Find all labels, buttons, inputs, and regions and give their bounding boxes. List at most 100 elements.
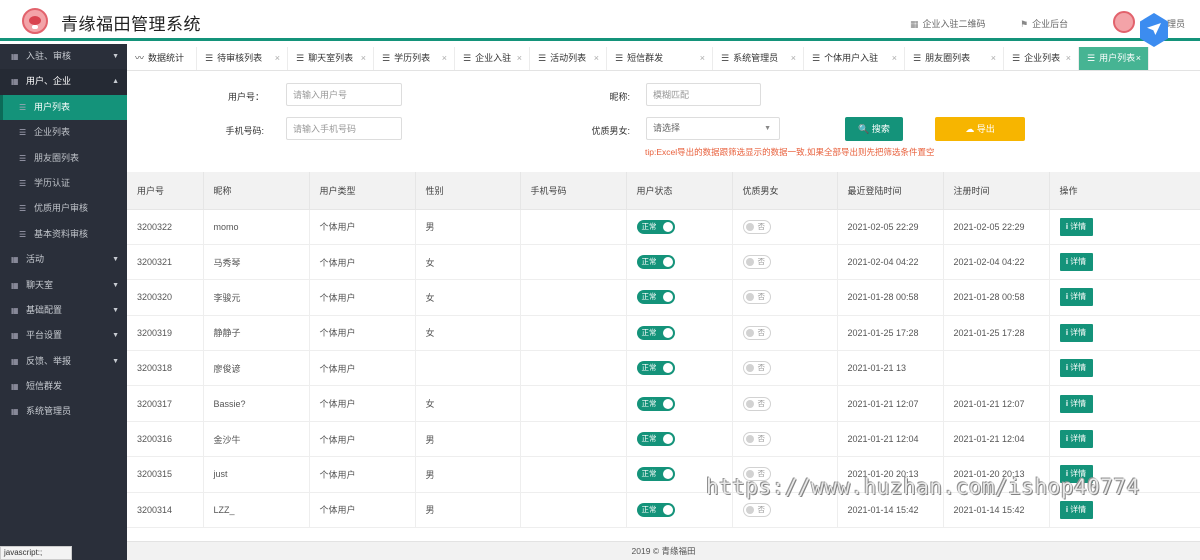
status-toggle[interactable]: 正常 — [636, 290, 675, 305]
sidebar-item-14[interactable]: ▦ 系统管理员 — [0, 399, 127, 424]
quality-cell: 否 — [732, 209, 838, 245]
quality-select[interactable]: 请选择 ▼ — [646, 117, 780, 140]
close-icon[interactable]: × — [1136, 47, 1141, 70]
status-toggle[interactable]: 正常 — [636, 361, 675, 376]
close-icon[interactable]: × — [991, 47, 996, 70]
sidebar-item-9[interactable]: ▦ 聊天室 ▼ — [0, 273, 127, 298]
status-toggle[interactable]: 正常 — [636, 219, 675, 234]
detail-button[interactable]: i 详情 — [1059, 323, 1093, 342]
last-login-cell: 2021-01-21 12:04 — [837, 421, 944, 458]
nickname-cell: LZZ_ — [203, 492, 310, 529]
phone-input[interactable] — [286, 117, 402, 140]
close-icon[interactable]: × — [700, 47, 705, 70]
sidebar-item-13[interactable]: ▦ 短信群发 — [0, 374, 127, 399]
tab-8[interactable]: ☰ 个体用户入驻 × — [804, 47, 905, 70]
tab-10[interactable]: ☰ 企业列表 × — [1004, 47, 1079, 70]
quality-toggle[interactable]: 否 — [742, 467, 771, 482]
tab-0[interactable]: 〰数据统计 — [127, 47, 197, 70]
sidebar-item-10[interactable]: ▦ 基础配置 ▼ — [0, 298, 127, 323]
sidebar-item-5[interactable]: ☰ 学历认证 — [0, 171, 127, 196]
detail-button[interactable]: i 详情 — [1059, 359, 1093, 378]
status-toggle[interactable]: 正常 — [636, 467, 675, 482]
table-row: 3200320 李骏元 个体用户女 正常 否 2021-01-28 00:58 2021-0… — [127, 279, 1200, 316]
quality-toggle[interactable]: 否 — [742, 219, 771, 234]
tab-4[interactable]: ☰ 企业入驻 × — [455, 47, 530, 70]
sidebar-item-12[interactable]: ▦ 反馈、举报 ▼ — [0, 349, 127, 374]
close-icon[interactable]: × — [594, 47, 599, 70]
sidebar-item-11[interactable]: ▦ 平台设置 ▼ — [0, 323, 127, 348]
grid-icon: ▦ — [11, 280, 19, 290]
user-id-input[interactable] — [286, 83, 402, 106]
sidebar-item-4[interactable]: ☰ 朋友圈列表 — [0, 146, 127, 171]
status-toggle[interactable]: 正常 — [636, 325, 675, 340]
qrcode-icon: ▦ — [910, 19, 919, 29]
quality-toggle[interactable]: 否 — [742, 502, 771, 517]
sidebar-item-1[interactable]: ▦ 用户、企业 ▲ — [0, 69, 127, 95]
close-icon[interactable]: × — [361, 47, 366, 70]
chevron-down-icon: ▼ — [112, 306, 119, 314]
tab-5[interactable]: ☰ 活动列表 × — [530, 47, 607, 70]
user-avatar[interactable] — [1113, 11, 1135, 33]
grid-icon: ▦ — [11, 52, 19, 61]
detail-button[interactable]: i 详情 — [1059, 500, 1093, 519]
detail-button[interactable]: i 详情 — [1059, 430, 1093, 449]
enterprise-qrcode-link[interactable]: ▦ 企业入驻二维码 — [910, 17, 986, 30]
sidebar-item-0[interactable]: ▦ 入驻、审核 ▼ — [0, 44, 127, 69]
detail-button[interactable]: i 详情 — [1059, 217, 1093, 236]
quality-toggle[interactable]: 否 — [742, 290, 771, 305]
app-logo — [22, 8, 48, 34]
gender-cell: 女 — [415, 385, 521, 422]
phone-cell — [520, 209, 627, 245]
user-name[interactable]: 理员 — [1167, 17, 1185, 30]
close-icon[interactable]: × — [1066, 47, 1071, 70]
tab-1[interactable]: ☰ 待审核列表 × — [197, 47, 288, 70]
status-toggle[interactable]: 正常 — [636, 432, 675, 447]
close-icon[interactable]: × — [892, 47, 897, 70]
tab-11[interactable]: ☰ 用户列表 × — [1079, 47, 1149, 70]
sidebar-item-2[interactable]: ☰ 用户列表 — [0, 94, 127, 121]
quality-cell: 否 — [732, 244, 838, 281]
tab-7[interactable]: ☰ 系统管理员 × — [713, 47, 804, 70]
chevron-down-icon: ▼ — [112, 53, 119, 60]
tab-9[interactable]: ☰ 朋友圈列表 × — [905, 47, 1004, 70]
detail-button[interactable]: i 详情 — [1059, 253, 1093, 272]
close-icon[interactable]: × — [517, 47, 522, 70]
detail-button[interactable]: i 详情 — [1059, 288, 1093, 307]
export-button[interactable]: ☁ 导出 — [935, 117, 1025, 141]
status-toggle[interactable]: 正常 — [636, 255, 675, 270]
phone-cell — [520, 244, 627, 281]
page-footer: 2019 © 青缘福田 — [127, 541, 1200, 560]
sidebar-item-6[interactable]: ☰ 优质用户审核 — [0, 196, 127, 221]
sidebar-item-3[interactable]: ☰ 企业列表 — [0, 120, 127, 145]
floating-bird-icon[interactable] — [1140, 13, 1168, 47]
phone-cell — [520, 456, 627, 493]
tab-3[interactable]: ☰ 学历列表 × — [374, 47, 455, 70]
close-icon[interactable]: × — [275, 47, 280, 70]
close-icon[interactable]: × — [442, 47, 447, 70]
quality-toggle[interactable]: 否 — [742, 255, 771, 270]
quality-cell: 否 — [732, 350, 838, 387]
tab-6[interactable]: ☰ 短信群发 × — [607, 47, 713, 70]
quality-toggle[interactable]: 否 — [742, 325, 771, 340]
quality-toggle[interactable]: 否 — [742, 361, 771, 376]
status-toggle[interactable]: 正常 — [636, 396, 675, 411]
tab-2[interactable]: ☰ 聊天室列表 × — [288, 47, 374, 70]
registered-cell: 2021-01-14 15:42 — [943, 492, 1050, 529]
phone-label: 手机号码: — [225, 126, 264, 136]
registered-cell: 2021-01-20 20:13 — [943, 456, 1050, 493]
sidebar-item-8[interactable]: ▦ 活动 ▼ — [0, 247, 127, 272]
detail-button[interactable]: i 详情 — [1059, 394, 1093, 413]
nickname-input[interactable] — [646, 83, 761, 106]
status-toggle[interactable]: 正常 — [636, 502, 675, 517]
search-button[interactable]: 🔍 搜索 — [845, 117, 903, 141]
sidebar-item-7[interactable]: ☰ 基本资料审核 — [0, 222, 127, 247]
list-icon: ☰ — [296, 53, 305, 63]
detail-button[interactable]: i 详情 — [1059, 465, 1093, 484]
quality-toggle[interactable]: 否 — [742, 396, 771, 411]
nickname-cell: just — [203, 456, 310, 493]
close-icon[interactable]: × — [791, 47, 796, 70]
list-icon: ☰ — [19, 204, 27, 214]
quality-toggle[interactable]: 否 — [742, 432, 771, 447]
column-header: 操作 — [1049, 172, 1200, 210]
enterprise-backend-link[interactable]: ⚑ 企业后台 — [1020, 17, 1068, 30]
